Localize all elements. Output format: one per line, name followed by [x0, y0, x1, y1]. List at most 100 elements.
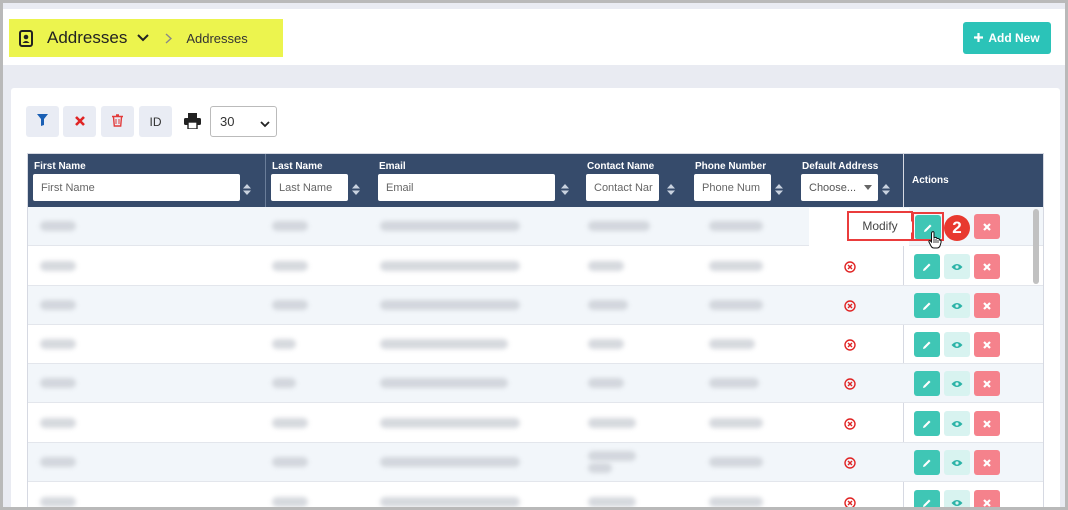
table-header: First Name First Name Last Name Last Nam… [28, 154, 1043, 207]
address-book-icon [19, 29, 35, 47]
blurred-cell [40, 497, 76, 507]
table-row[interactable] [28, 364, 1043, 403]
view-row-button[interactable] [944, 411, 970, 436]
view-row-button[interactable] [944, 450, 970, 475]
table-row[interactable] [28, 483, 1043, 507]
first-name-filter-input[interactable]: First Name [33, 174, 240, 201]
sort-icon[interactable] [561, 182, 569, 200]
blurred-cell [272, 378, 296, 388]
edit-row-button[interactable] [914, 332, 940, 357]
blurred-cell [380, 378, 508, 388]
default-address-filter-select[interactable]: Choose... [801, 174, 878, 201]
blurred-cell [588, 497, 636, 507]
edit-row-button[interactable] [914, 254, 940, 279]
scrollbar[interactable] [1033, 209, 1039, 284]
blurred-cell [588, 300, 628, 310]
blurred-cell [40, 261, 76, 271]
plus-icon [974, 31, 984, 45]
last-name-filter-input[interactable]: Last Name [271, 174, 348, 201]
x-circle-icon [844, 338, 856, 356]
chevron-down-icon[interactable] [137, 34, 150, 42]
x-circle-icon [844, 299, 856, 317]
trash-icon [112, 113, 123, 130]
delete-row-button[interactable] [974, 450, 1000, 475]
eye-icon [951, 380, 963, 387]
blurred-cell [40, 221, 76, 231]
close-icon [983, 498, 991, 507]
delete-row-button[interactable] [974, 214, 1000, 239]
edit-row-button[interactable] [914, 490, 940, 507]
sort-icon[interactable] [667, 182, 675, 200]
view-row-button[interactable] [944, 332, 970, 357]
column-label: Email [379, 161, 406, 172]
column-label: Last Name [272, 161, 323, 172]
x-circle-icon [844, 456, 856, 474]
sort-icon[interactable] [882, 182, 890, 200]
blurred-cell [272, 221, 308, 231]
table-row[interactable] [28, 247, 1043, 286]
edit-row-button[interactable] [914, 411, 940, 436]
blurred-cell [588, 221, 650, 231]
filter-button[interactable] [26, 106, 59, 137]
column-phone-number: Phone Number Phone Num [689, 154, 796, 207]
sort-icon[interactable] [775, 182, 783, 200]
delete-row-button[interactable] [974, 293, 1000, 318]
table-row[interactable] [28, 286, 1043, 325]
page-title: Addresses [47, 28, 128, 47]
edit-row-button[interactable] [914, 293, 940, 318]
eye-icon [951, 341, 963, 348]
view-row-button[interactable] [944, 371, 970, 396]
delete-row-button[interactable] [974, 490, 1000, 507]
blurred-cell [588, 418, 636, 428]
close-icon [983, 419, 991, 428]
clear-filter-button[interactable] [63, 106, 96, 137]
blurred-cell [709, 497, 763, 507]
table-row[interactable] [28, 325, 1043, 364]
delete-button[interactable] [101, 106, 134, 137]
table-row[interactable] [28, 443, 1043, 482]
close-icon [983, 340, 991, 349]
blurred-cell [272, 457, 308, 467]
sort-icon[interactable] [243, 182, 251, 200]
view-row-button[interactable] [944, 293, 970, 318]
eye-icon [951, 302, 963, 309]
blurred-cell [588, 463, 612, 473]
delete-row-button[interactable] [974, 332, 1000, 357]
phone-number-filter-input[interactable]: Phone Num [694, 174, 771, 201]
pencil-icon [923, 302, 931, 310]
pencil-icon [923, 341, 931, 349]
email-filter-input[interactable]: Email [378, 174, 555, 201]
close-icon [74, 115, 85, 129]
print-icon[interactable] [184, 113, 201, 134]
page-header: Addresses Addresses Add New [3, 9, 1065, 65]
blurred-cell [709, 418, 763, 428]
contact-name-filter-input[interactable]: Contact Nar [586, 174, 659, 201]
caret-down-icon [864, 185, 872, 190]
delete-row-button[interactable] [974, 371, 1000, 396]
table-row[interactable] [28, 404, 1043, 443]
pencil-icon [923, 499, 931, 507]
id-label: ID [149, 114, 162, 129]
column-email: Email Email [373, 154, 581, 207]
delete-row-button[interactable] [974, 254, 1000, 279]
view-row-button[interactable] [944, 254, 970, 279]
delete-row-button[interactable] [974, 411, 1000, 436]
edit-row-button[interactable] [914, 371, 940, 396]
page-size-select[interactable]: 30 [210, 106, 277, 137]
breadcrumb: Addresses Addresses [9, 19, 283, 57]
blurred-cell [709, 339, 755, 349]
view-row-button[interactable] [944, 490, 970, 507]
eye-icon [951, 263, 963, 270]
chevron-down-icon [260, 116, 270, 131]
column-actions: Actions [912, 175, 949, 186]
blurred-cell [40, 418, 76, 428]
eye-icon [951, 499, 963, 506]
blurred-cell [380, 221, 520, 231]
id-button[interactable]: ID [139, 106, 172, 137]
sort-icon[interactable] [352, 182, 360, 200]
add-new-button[interactable]: Add New [963, 22, 1051, 54]
filter-icon [37, 114, 48, 129]
blurred-cell [272, 418, 308, 428]
blurred-cell [709, 261, 763, 271]
edit-row-button[interactable] [914, 450, 940, 475]
